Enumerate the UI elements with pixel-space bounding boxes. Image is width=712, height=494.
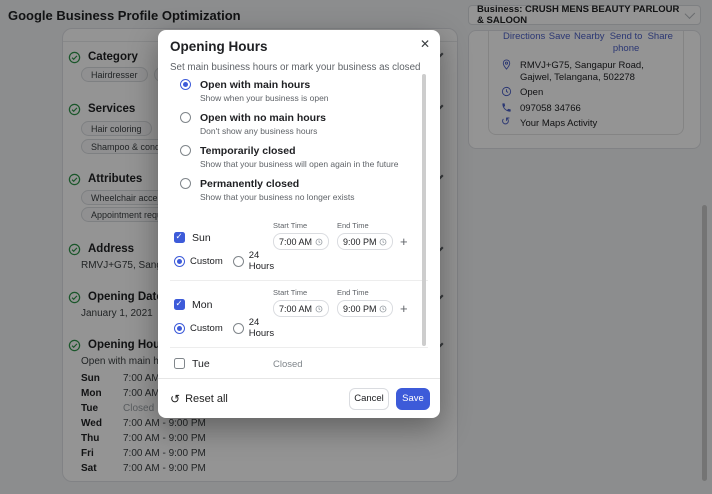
option-temporarily-closed[interactable]: Temporarily closed Show that your busine… xyxy=(170,145,428,169)
add-time-range-button[interactable]: + xyxy=(400,301,408,339)
custom-radio[interactable] xyxy=(174,255,185,267)
24-hours-radio[interactable] xyxy=(232,322,244,334)
start-time-input[interactable]: 7:00 AM xyxy=(273,300,329,317)
closed-label: Closed xyxy=(273,359,303,370)
option-open-no-main-hours[interactable]: Open with no main hours Don't show any b… xyxy=(170,112,428,136)
start-time-input[interactable]: 7:00 AM xyxy=(273,233,329,250)
option-label: Permanently closed xyxy=(200,178,300,190)
day-checkbox[interactable] xyxy=(174,358,185,369)
clock-icon xyxy=(315,305,323,312)
dialog-body: Open with main hours Show when your busi… xyxy=(158,77,440,378)
option-label: Open with main hours xyxy=(200,79,311,91)
option-permanently-closed[interactable]: Permanently closed Show that your busine… xyxy=(170,178,428,202)
dialog-scrollbar[interactable] xyxy=(422,74,426,346)
start-time-value: 7:00 AM xyxy=(279,303,313,314)
clock-icon xyxy=(315,238,323,245)
save-button[interactable]: Save xyxy=(396,387,430,410)
radio[interactable] xyxy=(180,112,191,123)
day-name: Mon xyxy=(192,298,213,311)
end-time-input[interactable]: 9:00 PM xyxy=(337,233,393,250)
close-icon[interactable]: ✕ xyxy=(420,37,430,51)
option-desc: Don't show any business hours xyxy=(200,126,318,136)
start-time-label: Start Time xyxy=(273,288,308,297)
reset-icon: ↺ xyxy=(170,391,181,406)
opening-hours-dialog: Opening Hours ✕ Set main business hours … xyxy=(158,30,440,418)
start-time-value: 7:00 AM xyxy=(279,236,313,247)
dialog-footer: ↺ Reset all Cancel Save xyxy=(158,378,440,418)
option-desc: Show when your business is open xyxy=(200,93,329,103)
custom-radio[interactable] xyxy=(174,322,185,334)
radio-selected[interactable] xyxy=(180,79,191,90)
24-hours-label: 24 Hours xyxy=(248,250,275,272)
24-hours-radio[interactable] xyxy=(232,255,244,267)
end-time-value: 9:00 PM xyxy=(343,236,377,247)
day-row-mon: Mon Custom 24 Hours Start Time 7:00 xyxy=(170,280,428,347)
clock-icon xyxy=(379,238,387,245)
reset-label: Reset all xyxy=(185,392,228,405)
custom-label: Custom xyxy=(190,255,223,267)
option-open-main-hours[interactable]: Open with main hours Show when your busi… xyxy=(170,79,428,103)
option-desc: Show that your business will open again … xyxy=(200,159,399,169)
day-name: Tue xyxy=(192,357,210,370)
day-hours-list: Sun Custom 24 Hours Start Time 7:00 xyxy=(170,214,428,378)
clock-icon xyxy=(379,305,387,312)
option-label: Open with no main hours xyxy=(200,112,326,124)
day-row-sun: Sun Custom 24 Hours Start Time 7:00 xyxy=(170,214,428,280)
day-checkbox[interactable] xyxy=(174,298,185,310)
dialog-subtitle: Set main business hours or mark your bus… xyxy=(170,62,421,73)
reset-all-button[interactable]: ↺ Reset all xyxy=(170,392,228,406)
option-label: Temporarily closed xyxy=(200,145,296,157)
custom-label: Custom xyxy=(190,322,223,334)
day-checkbox[interactable] xyxy=(174,231,185,243)
day-name: Sun xyxy=(192,231,211,244)
radio[interactable] xyxy=(180,145,191,156)
dialog-title: Opening Hours xyxy=(170,39,268,54)
option-desc: Show that your business no longer exists xyxy=(200,192,355,202)
day-row-tue: Tue Closed xyxy=(170,347,428,378)
end-time-input[interactable]: 9:00 PM xyxy=(337,300,393,317)
add-time-range-button[interactable]: + xyxy=(400,234,408,272)
start-time-label: Start Time xyxy=(273,221,308,230)
end-time-value: 9:00 PM xyxy=(343,303,377,314)
end-time-label: End Time xyxy=(337,288,369,297)
cancel-button[interactable]: Cancel xyxy=(349,387,389,410)
24-hours-label: 24 Hours xyxy=(248,317,275,339)
radio[interactable] xyxy=(180,178,191,189)
end-time-label: End Time xyxy=(337,221,369,230)
